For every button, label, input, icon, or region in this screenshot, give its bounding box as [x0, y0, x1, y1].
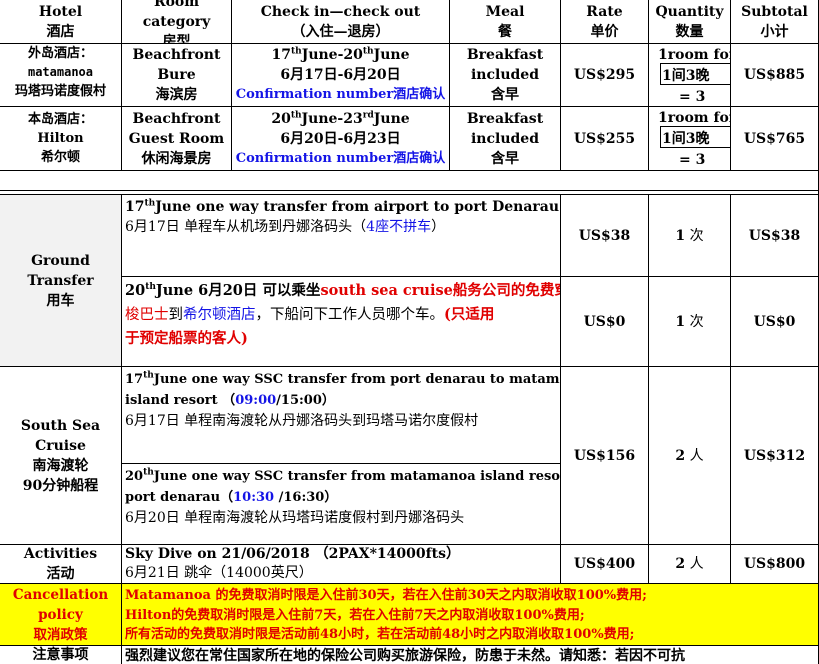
header-rate: Rate 单价 — [561, 0, 649, 44]
quantity-cell: 2 人 — [649, 545, 731, 584]
quantity-cell: 1 次 — [649, 277, 731, 367]
header-quantity: Quantity 数量 — [649, 0, 731, 44]
spacer-row — [0, 171, 819, 191]
room-category-cell: Beachfront Bure 海滨房 — [122, 44, 232, 107]
header-meal: Meal 餐 — [450, 0, 561, 44]
south-sea-cruise-row2-desc: 20thJune one way SSC transfer from matam… — [122, 464, 561, 545]
ground-transfer-label: Ground Transfer 用车 — [0, 195, 122, 367]
quantity-cell: 1room for 1间3晚 = 3 — [649, 107, 731, 171]
ground-transfer-row2-desc: 20thJune 6月20日 可以乘坐south sea cruise船务公司的… — [122, 277, 561, 367]
cancellation-policy-label: Cancellation policy 取消政策 — [0, 584, 122, 646]
south-sea-cruise-label: South Sea Cruise 南海渡轮 90分钟船程 — [0, 367, 122, 545]
header-room-category: Room category 房型 — [122, 0, 232, 44]
subtotal-cell: US$765 — [731, 107, 819, 171]
activities-label: Activities 活动 — [0, 545, 122, 584]
subtotal-cell: US$885 — [731, 44, 819, 107]
confirmation-number: Confirmation number酒店确认 — [235, 150, 446, 166]
subtotal-cell: US$312 — [731, 367, 819, 545]
rate-cell: US$0 — [561, 277, 649, 367]
quantity-cell: 1room for 1间3晚 = 3 — [649, 44, 731, 107]
check-in-out-cell: 17thJune-20thJune 6月17日-6月20日 Confirmati… — [232, 44, 450, 107]
check-in-out-dates: 17thJune-20thJune — [271, 46, 410, 63]
itinerary-quote-sheet: Hotel 酒店 Room category 房型 Check in—check o… — [0, 0, 819, 664]
activities-desc: Sky Dive on 21/06/2018 （2PAX*14000fts） 6… — [122, 545, 561, 584]
check-in-out-cell: 20thJune-23rdJune 6月20日-6月23日 Confirmati… — [232, 107, 450, 171]
rate-cell: US$295 — [561, 44, 649, 107]
ground-transfer-row1-desc: 17thJune one way transfer from airport t… — [122, 195, 561, 277]
cancellation-policy-text: Matamanoa 的免费取消时限是入住前30天，若在入住前30天之内取消收取1… — [122, 584, 819, 646]
hotel-name-cell: 外岛酒店： matamanoa 玛塔玛诺度假村 — [0, 44, 122, 107]
meal-cell: Breakfast included 含早 — [450, 44, 561, 107]
header-check-in-out: Check in—check out （入住—退房） — [232, 0, 450, 44]
rate-cell: US$400 — [561, 545, 649, 584]
header-subtotal: Subtotal 小计 — [731, 0, 819, 44]
subtotal-cell: US$800 — [731, 545, 819, 584]
south-sea-cruise-row1-desc: 17thJune one way SSC transfer from port … — [122, 367, 561, 464]
rate-cell: US$38 — [561, 195, 649, 277]
header-hotel: Hotel 酒店 — [0, 0, 122, 44]
quantity-cell: 2 人 — [649, 367, 731, 545]
meal-cell: Breakfast included 含早 — [450, 107, 561, 171]
subtotal-cell: US$0 — [731, 277, 819, 367]
hotel-name-cell: 本岛酒店： Hilton 希尔顿 — [0, 107, 122, 171]
check-in-out-dates: 20thJune-23rdJune — [271, 109, 410, 127]
subtotal-cell: US$38 — [731, 195, 819, 277]
rate-cell: US$156 — [561, 367, 649, 545]
notes-label: 注意事项 — [0, 646, 122, 664]
quantity-cell: 1 次 — [649, 195, 731, 277]
notes-text: 强烈建议您在常住国家所在地的保险公司购买旅游保险，防患于未然。请知悉：若因不可抗 — [122, 646, 819, 664]
rate-cell: US$255 — [561, 107, 649, 171]
confirmation-number: Confirmation number酒店确认 — [235, 87, 446, 102]
room-category-cell: Beachfront Guest Room 休闲海景房 — [122, 107, 232, 171]
